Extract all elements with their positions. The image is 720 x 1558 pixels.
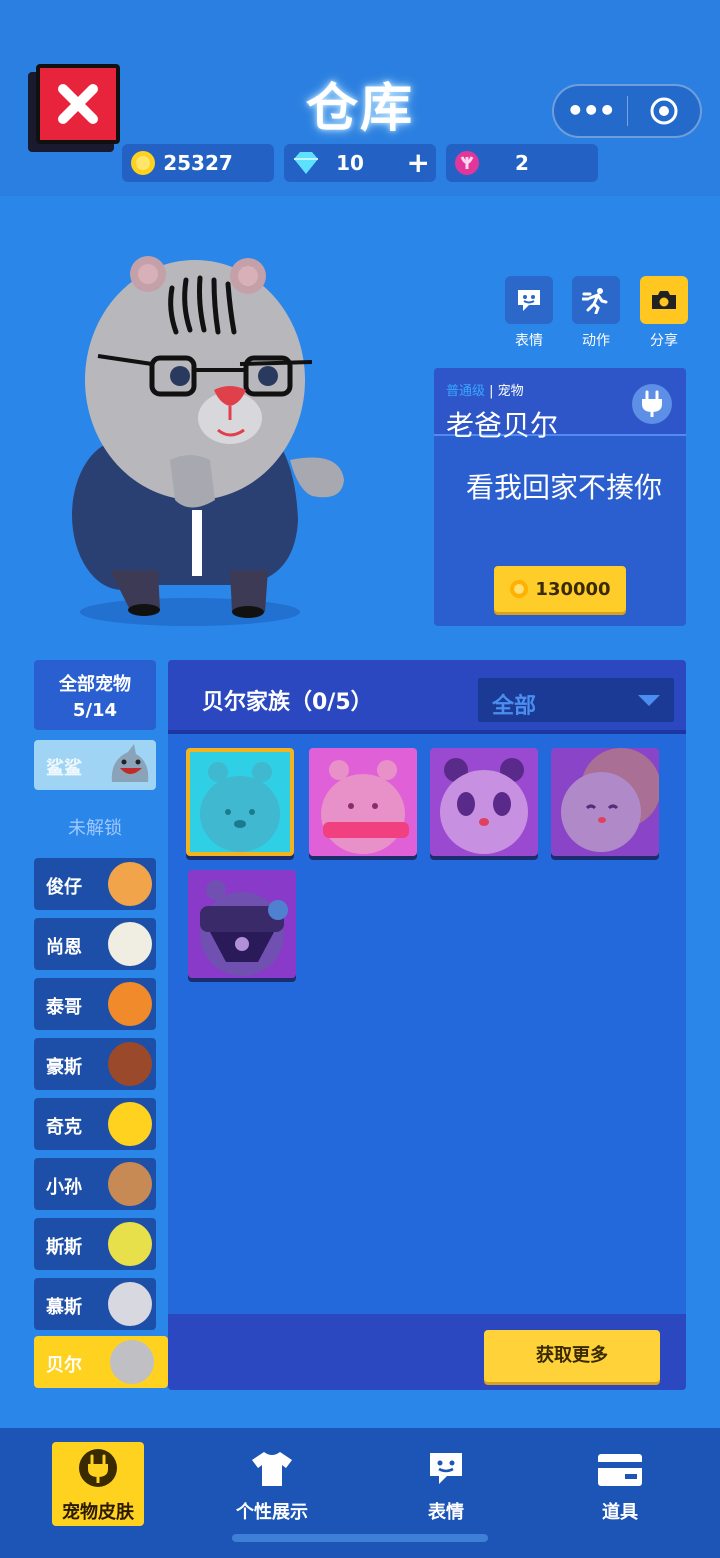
tab-pet-skin[interactable]: 宠物皮肤 (52, 1442, 144, 1526)
tab-items[interactable]: 道具 (574, 1442, 666, 1524)
filter-value: 全部 (492, 694, 537, 719)
sidebar-item-musi[interactable]: 慕斯 (34, 1278, 156, 1330)
all-pets-count: 5/14 (72, 700, 118, 721)
add-gems-button[interactable]: + (407, 146, 430, 179)
skin-tile-cyan-bear[interactable] (186, 748, 294, 856)
skin-tile-pink-bear[interactable] (309, 748, 417, 856)
sidebar-item-shark[interactable]: 鲨鲨 (34, 740, 156, 790)
sidebar-item-label: 斯斯 (46, 1237, 82, 1258)
shark-avatar-icon (111, 744, 149, 782)
sidebar-item-qike[interactable]: 奇克 (34, 1098, 156, 1150)
sidebar-item-sisi[interactable]: 斯斯 (34, 1218, 156, 1270)
candy-balance: 2 (446, 144, 598, 182)
pet-name: 老爸贝尔 (446, 409, 559, 442)
gem-balance: 10 + (284, 144, 436, 182)
skin-panel: 贝尔家族（0/5） 全部 获取更多 (168, 660, 686, 1390)
sidebar-item-label: 尚恩 (46, 937, 82, 958)
emote-icon (518, 290, 540, 311)
sidebar-item-label: 贝尔 (46, 1355, 82, 1376)
hamster-avatar-icon (110, 1340, 154, 1384)
sidebar-item-taige[interactable]: 泰哥 (34, 978, 156, 1030)
motion-action-label: 动作 (582, 333, 610, 349)
motion-action-button[interactable]: 动作 (572, 276, 620, 350)
all-pets-label: 全部宠物 (59, 674, 131, 695)
sidebar-item-shaun[interactable]: 尚恩 (34, 918, 156, 970)
tab-emotes[interactable]: 表情 (400, 1442, 492, 1524)
pet-plug-icon (79, 1449, 117, 1487)
pet-character-bell (72, 256, 344, 626)
chick-avatar-icon (108, 1102, 152, 1146)
more-dots-icon[interactable]: ••• (554, 97, 627, 125)
home-indicator (232, 1534, 488, 1542)
sidebar-item-haosi[interactable]: 豪斯 (34, 1038, 156, 1090)
camera-icon (652, 291, 676, 309)
coin-balance: 25327 (122, 144, 274, 182)
sidebar-item-xiaosun[interactable]: 小孙 (34, 1158, 156, 1210)
emote-icon (430, 1453, 462, 1484)
snake-avatar-icon (108, 1222, 152, 1266)
pet-plug-icon (632, 384, 672, 424)
card-icon (598, 1454, 642, 1486)
sheep-avatar-icon (108, 922, 152, 966)
tab-profile-display[interactable]: 个性展示 (226, 1442, 318, 1524)
shirt-icon (252, 1452, 292, 1486)
chevron-down-icon (638, 695, 660, 706)
run-icon (582, 288, 608, 314)
sidebar-item-label: 鲨鲨 (46, 758, 82, 779)
tier-level: 普通级 (446, 384, 486, 399)
header: 仓库 ••• 25327 10 + 2 (0, 0, 720, 196)
skin-tile-panda[interactable] (430, 748, 538, 856)
mini-program-capsule: ••• (552, 84, 702, 138)
coin-icon (510, 580, 529, 598)
pet-quote: 看我回家不揍你 (465, 471, 662, 504)
get-more-button[interactable]: 获取更多 (484, 1330, 660, 1382)
pet-price: 130000 (535, 578, 611, 600)
sidebar-item-all-pets[interactable]: 全部宠物 5/14 (34, 660, 156, 730)
sidebar-item-label: 小孙 (46, 1177, 82, 1198)
horse-avatar-icon (108, 1042, 152, 1086)
monkey-avatar-icon (108, 1162, 152, 1206)
sidebar-item-label: 俊仔 (46, 877, 82, 898)
sidebar-item-beier[interactable]: 贝尔 (34, 1336, 168, 1388)
pet-tier: 普通级 | 宠物 (446, 380, 524, 399)
tab-label: 道具 (602, 1502, 638, 1523)
emote-action-button[interactable]: 表情 (505, 276, 553, 350)
buy-pet-button[interactable]: 130000 (494, 566, 626, 612)
sidebar-item-label: 慕斯 (46, 1297, 82, 1318)
share-action-button[interactable]: 分享 (640, 276, 688, 350)
tab-label: 个性展示 (236, 1502, 308, 1523)
sidebar-item-label: 泰哥 (46, 997, 82, 1018)
mouse-avatar-icon (108, 1282, 152, 1326)
family-title: 贝尔家族（0/5） (202, 690, 373, 715)
skin-tile-skull-mask-bear[interactable] (188, 870, 296, 978)
tier-category: | 宠物 (489, 384, 524, 399)
sidebar-item-label: 豪斯 (46, 1057, 82, 1078)
gem-count: 10 (336, 151, 364, 175)
filter-dropdown[interactable]: 全部 (478, 678, 674, 722)
dog-avatar-icon (108, 862, 152, 906)
locked-section-label: 未解锁 (68, 818, 122, 839)
tab-label: 表情 (428, 1502, 464, 1523)
emote-action-label: 表情 (515, 333, 543, 349)
target-icon[interactable] (628, 96, 701, 126)
skin-tile-buddha-bear[interactable] (551, 748, 659, 856)
candy-count: 2 (515, 151, 529, 175)
tab-label: 宠物皮肤 (62, 1502, 134, 1523)
coin-count: 25327 (163, 151, 233, 175)
sidebar-item-label: 奇克 (46, 1117, 82, 1138)
sidebar-item-junzai[interactable]: 俊仔 (34, 858, 156, 910)
tiger-avatar-icon (108, 982, 152, 1026)
pet-info-card: 普通级 | 宠物 老爸贝尔 看我回家不揍你 130000 (434, 368, 686, 626)
share-action-label: 分享 (650, 333, 678, 349)
